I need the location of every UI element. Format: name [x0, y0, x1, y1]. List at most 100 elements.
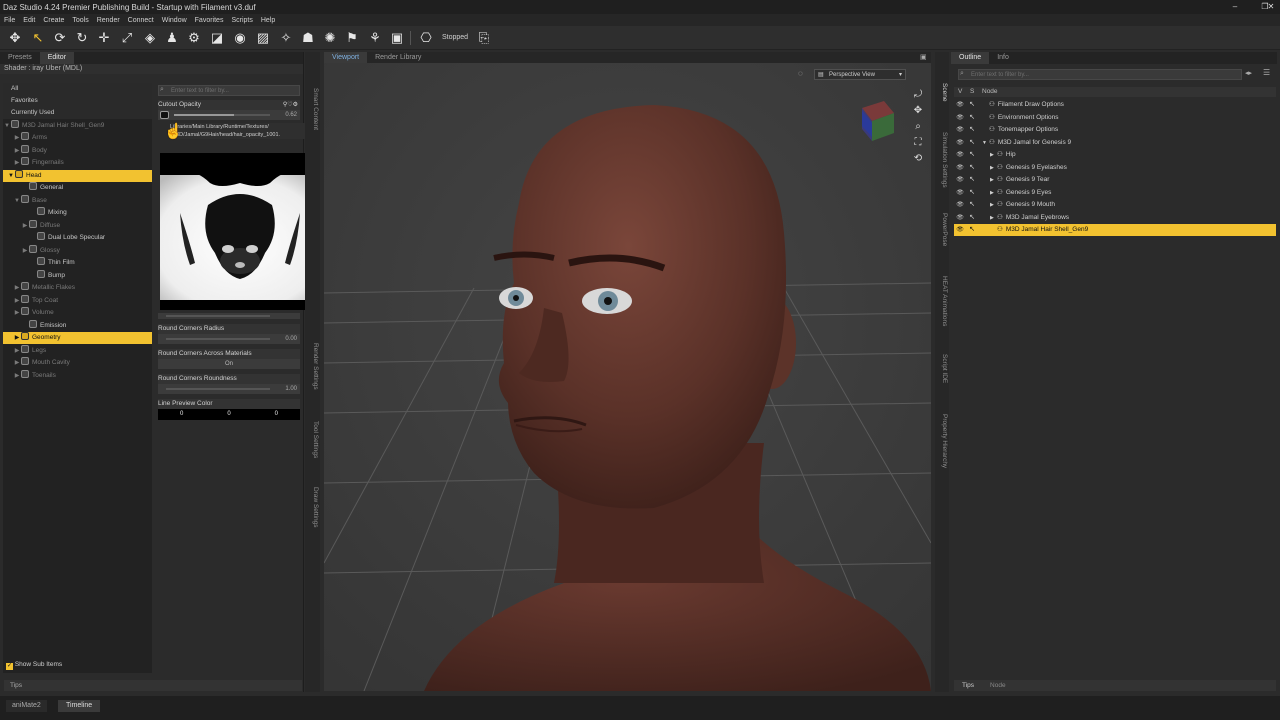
render-toggle-icon[interactable]: ⎘: [476, 30, 492, 46]
surface-bump[interactable]: Bump: [3, 269, 152, 282]
expand-down-icon[interactable]: ▼: [7, 170, 15, 182]
select-icon[interactable]: ↖: [966, 124, 978, 136]
menu-window[interactable]: Window: [162, 17, 187, 24]
expand-right-icon[interactable]: ▶: [13, 295, 21, 307]
minimize-button[interactable]: –: [1220, 0, 1250, 14]
panel-close-icon[interactable]: ▣: [920, 53, 927, 61]
surface-diffuse[interactable]: ▶ Diffuse: [3, 219, 152, 232]
select-icon[interactable]: ↖: [966, 149, 978, 161]
view-select[interactable]: Perspective View ▾ ▤: [814, 69, 906, 80]
eye-icon[interactable]: 👁: [954, 212, 966, 224]
expand-right-icon[interactable]: ▶: [990, 174, 997, 186]
node-filament-draw-options[interactable]: 👁 ↖ ⚇ Filament Draw Options: [954, 99, 1276, 111]
side-tab-draw-settings[interactable]: Draw Settings: [307, 480, 319, 535]
select-icon[interactable]: ↖: [966, 99, 978, 111]
menu-tools[interactable]: Tools: [72, 17, 88, 24]
menu-render[interactable]: Render: [97, 17, 120, 24]
eye-icon[interactable]: 👁: [954, 149, 966, 161]
surface-geometry[interactable]: ▶ Geometry: [3, 332, 152, 344]
side-tab-property-hierarchy[interactable]: Property Hierarchy: [936, 406, 948, 476]
eye-icon[interactable]: 👁: [954, 187, 966, 199]
expand-right-icon[interactable]: ▶: [21, 220, 29, 232]
pose-tool-icon[interactable]: ⚑: [344, 30, 360, 46]
zoom-icon[interactable]: ⌕: [912, 119, 924, 135]
surface-selection-icon[interactable]: ▨: [255, 30, 271, 46]
select-icon[interactable]: ↖: [966, 224, 978, 236]
surface-emission[interactable]: Emission: [3, 319, 152, 332]
joint-editor-icon[interactable]: ⚙: [186, 30, 202, 46]
light-toggle-icon[interactable]: ◌: [798, 69, 803, 78]
eye-icon[interactable]: 👁: [954, 174, 966, 186]
round-corners-roundness-slider[interactable]: 1.00: [158, 384, 300, 394]
side-tab-powerpose[interactable]: PowerPose: [936, 207, 948, 252]
eye-icon[interactable]: 👁: [954, 199, 966, 211]
arrow-left-icon[interactable]: ◂▸: [1245, 69, 1252, 77]
menu-favorites[interactable]: Favorites: [195, 17, 224, 24]
scene-search-input[interactable]: Enter text to filter by...: [958, 69, 1242, 80]
render-icon[interactable]: ▣: [389, 30, 405, 46]
surface-legs[interactable]: ▶ Legs: [3, 344, 152, 357]
tips-tab[interactable]: Tips: [4, 680, 302, 691]
surface-dual-lobe-specular[interactable]: Dual Lobe Specular: [3, 232, 152, 244]
line-preview-color-field[interactable]: 0 0 0: [158, 409, 300, 420]
tab-render-library[interactable]: Render Library: [367, 52, 429, 63]
surface-metallic-flakes[interactable]: ▶ Metallic Flakes: [3, 282, 152, 294]
expand-right-icon[interactable]: ▶: [13, 332, 21, 344]
surface-glossy[interactable]: ▶ Glossy: [3, 244, 152, 257]
eye-icon[interactable]: 👁: [954, 224, 966, 236]
node-genesis-9-eyes[interactable]: 👁 ↖ ▶ ⚇ Genesis 9 Eyes: [954, 187, 1276, 199]
tab-viewport[interactable]: Viewport: [324, 52, 368, 63]
orbit-icon[interactable]: ⤾: [912, 87, 924, 103]
expand-right-icon[interactable]: ▶: [13, 282, 21, 294]
side-tab-heat-animations[interactable]: HEAT Animations: [936, 270, 948, 332]
node-m3d-jamal-for-genesis-9[interactable]: 👁 ↖ ▼ ⚇ M3D Jamal for Genesis 9: [954, 137, 1276, 149]
menu-connect[interactable]: Connect: [128, 17, 154, 24]
menu-scripts[interactable]: Scripts: [231, 17, 252, 24]
side-tab-render-settings[interactable]: Render Settings: [307, 336, 319, 396]
node-environment-options[interactable]: 👁 ↖ ⚇ Environment Options: [954, 112, 1276, 124]
eye-icon[interactable]: 👁: [954, 112, 966, 124]
power-pose-icon[interactable]: ☗: [300, 30, 316, 46]
surface-base[interactable]: ▼ Base: [3, 194, 152, 207]
eye-icon[interactable]: 👁: [954, 162, 966, 174]
expand-down-icon[interactable]: ▼: [982, 137, 989, 149]
filter-favorites[interactable]: Favorites: [3, 95, 152, 107]
eye-icon[interactable]: 👁: [954, 137, 966, 149]
surface-general[interactable]: General: [3, 182, 152, 194]
surface-mouth-cavity[interactable]: ▶ Mouth Cavity: [3, 357, 152, 369]
hidden-slider[interactable]: [158, 313, 300, 319]
eye-icon[interactable]: 👁: [954, 99, 966, 111]
pan-icon[interactable]: ✥: [912, 103, 924, 119]
surface-fingernails[interactable]: ▶ Fingernails: [3, 157, 152, 169]
node-genesis-9-eyelashes[interactable]: 👁 ↖ ▶ ⚇ Genesis 9 Eyelashes: [954, 162, 1276, 174]
iray-preview-icon[interactable]: ⎔: [418, 30, 434, 46]
expand-right-icon[interactable]: ▶: [990, 162, 997, 174]
expand-right-icon[interactable]: ▶: [13, 132, 21, 144]
side-tab-tool-settings[interactable]: Tool Settings: [307, 412, 319, 467]
tab-timeline[interactable]: Timeline: [58, 700, 101, 712]
select-icon[interactable]: ↖: [966, 174, 978, 186]
scale-tool-icon[interactable]: ⤢: [119, 30, 135, 46]
select-icon[interactable]: ↖: [966, 137, 978, 149]
tab-outline[interactable]: Outline: [951, 52, 990, 64]
side-tab-smart-content[interactable]: Smart Content: [307, 74, 319, 144]
surface-arms[interactable]: ▶ Arms: [3, 132, 152, 144]
filter-all[interactable]: All: [3, 83, 152, 95]
bank-icon[interactable]: ⟲: [912, 151, 924, 167]
node-m3d-jamal-eyebrows[interactable]: 👁 ↖ ▶ ⚇ M3D Jamal Eyebrows: [954, 212, 1276, 224]
menu-lines-icon[interactable]: ☰: [1263, 68, 1270, 77]
translate-tool-icon[interactable]: ✛: [96, 30, 112, 46]
cutout-opacity-slider[interactable]: 0.62: [158, 110, 300, 120]
surface-thin-film[interactable]: Thin Film: [3, 257, 152, 269]
select-icon[interactable]: ↖: [966, 199, 978, 211]
expand-down-icon[interactable]: ▼: [13, 195, 21, 207]
universal-tool-icon[interactable]: ✥: [7, 30, 23, 46]
expand-right-icon[interactable]: ▶: [990, 187, 997, 199]
geometry-editor-icon[interactable]: ◪: [209, 30, 225, 46]
expand-right-icon[interactable]: ▶: [990, 199, 997, 211]
tab-tips[interactable]: Tips: [954, 680, 982, 691]
expand-right-icon[interactable]: ▶: [13, 157, 21, 169]
tab-editor[interactable]: Editor: [39, 52, 75, 64]
translate-rotate-icon[interactable]: ↻: [74, 30, 90, 46]
expand-right-icon[interactable]: ▶: [13, 145, 21, 157]
